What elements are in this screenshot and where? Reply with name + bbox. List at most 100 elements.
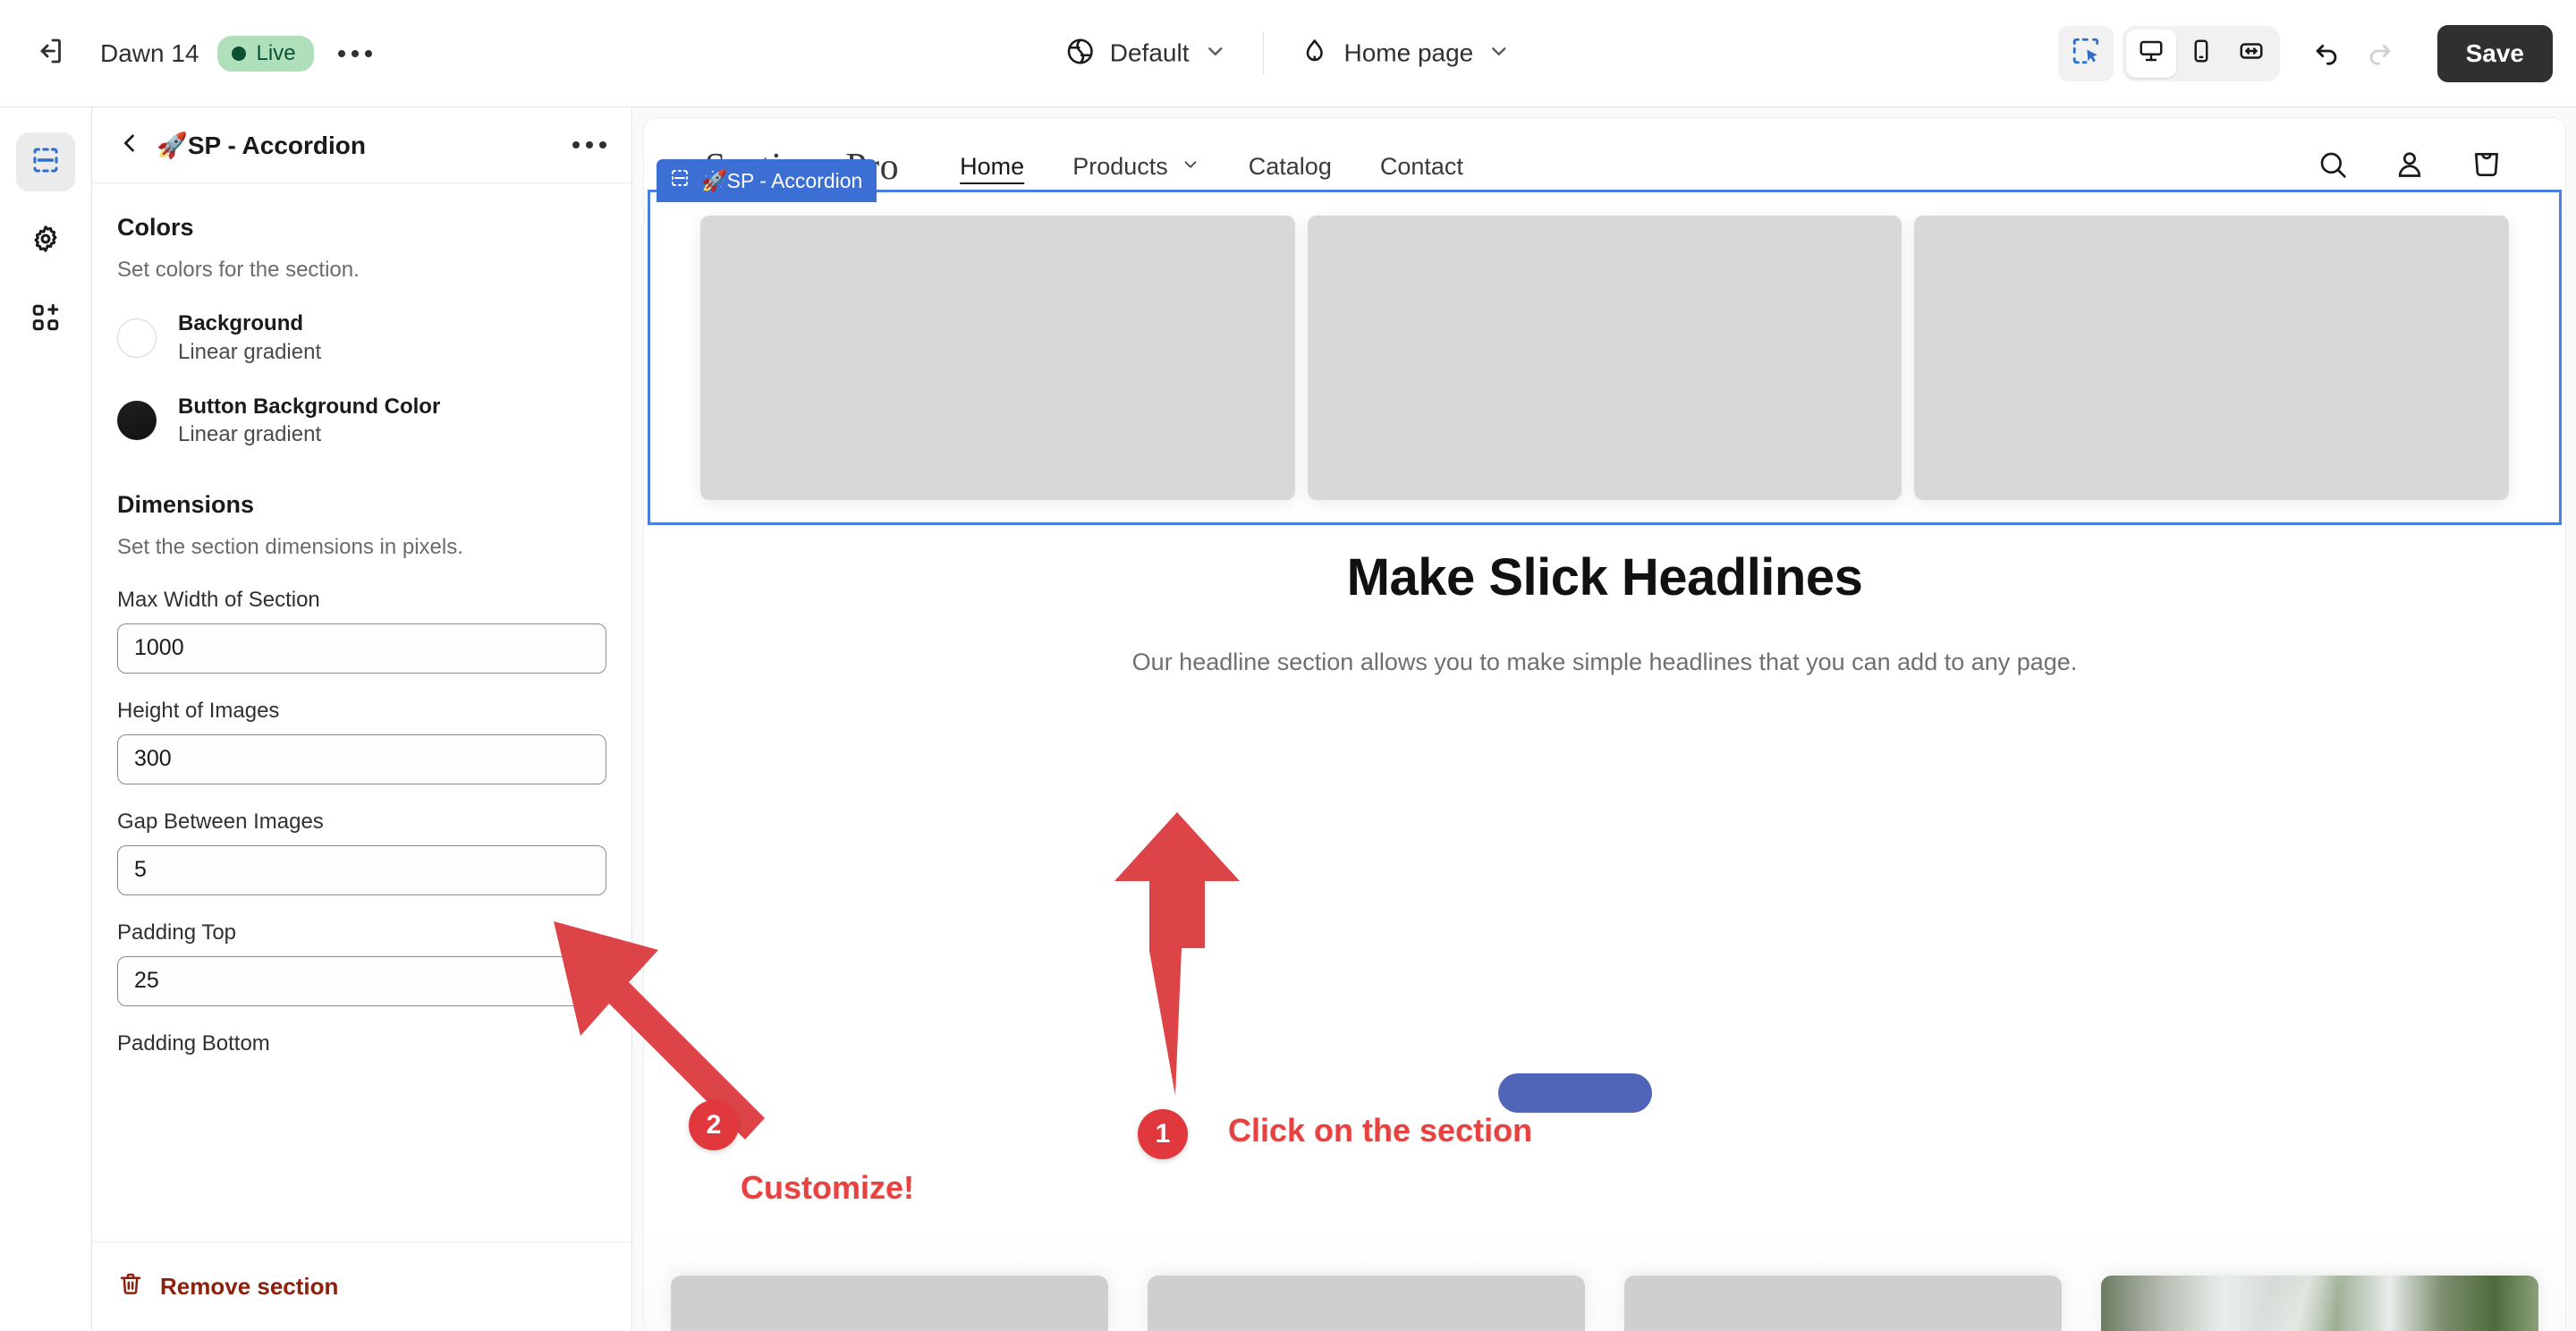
gap-images-input[interactable] xyxy=(117,845,606,895)
color-name: Button Background Color xyxy=(178,393,440,420)
top-bar: Dawn 14 Live Default xyxy=(0,0,2576,107)
globe-icon xyxy=(1065,36,1096,71)
undo-icon xyxy=(2311,36,2342,71)
accordion-image-placeholder[interactable] xyxy=(700,216,1295,500)
annotation-label-1: Click on the section xyxy=(1228,1112,1532,1149)
color-value: Linear gradient xyxy=(178,420,440,448)
panel-footer: Remove section xyxy=(92,1242,631,1331)
panel-back-button[interactable] xyxy=(117,131,148,160)
field-label: Gap Between Images xyxy=(117,810,606,835)
apps-add-icon xyxy=(30,301,62,338)
exit-button[interactable] xyxy=(21,25,79,82)
status-badge-label: Live xyxy=(257,41,296,66)
accordion-image-placeholder[interactable] xyxy=(1914,216,2509,500)
device-desktop-button[interactable] xyxy=(2126,30,2176,78)
max-width-input[interactable] xyxy=(117,623,606,674)
annotation-label-2: Customize! xyxy=(741,1169,914,1207)
color-swatch-icon xyxy=(117,318,157,358)
bottom-card-row xyxy=(644,1276,2565,1331)
remove-section-label: Remove section xyxy=(160,1273,338,1301)
mobile-icon xyxy=(2188,38,2215,69)
status-dot-icon xyxy=(232,47,246,61)
storefront-preview: Sections Pro Home Products Catalog Conta… xyxy=(644,118,2565,1331)
nav-item-products[interactable]: Products xyxy=(1072,153,1200,181)
color-row-button-background[interactable]: Button Background Color Linear gradient xyxy=(117,393,606,448)
cart-icon[interactable] xyxy=(2469,147,2504,187)
store-header-icons xyxy=(2315,147,2504,187)
device-mobile-button[interactable] xyxy=(2176,30,2226,78)
select-tool-button[interactable] xyxy=(2058,26,2114,81)
store-nav: Home Products Catalog Contact xyxy=(960,153,1463,181)
rail-item-apps[interactable] xyxy=(16,290,75,349)
subline-text: Our headline section allows you to make … xyxy=(644,649,2565,676)
selected-section-label[interactable]: 🚀SP - Accordion xyxy=(657,159,877,202)
accordion-image-placeholder[interactable] xyxy=(1308,216,1902,500)
chevron-down-icon xyxy=(1487,39,1511,67)
redo-button[interactable] xyxy=(2353,27,2407,81)
top-bar-left: Dawn 14 Live xyxy=(0,25,384,82)
annotation-badge-1: 1 xyxy=(1138,1109,1188,1159)
bottom-card-photo[interactable] xyxy=(2101,1276,2538,1331)
left-rail xyxy=(0,107,92,1331)
rail-item-sections[interactable] xyxy=(16,132,75,191)
dimensions-heading: Dimensions xyxy=(117,491,606,519)
app-root: Dawn 14 Live Default xyxy=(0,0,2576,1331)
colors-heading: Colors xyxy=(117,214,606,242)
field-label: Height of Images xyxy=(117,699,606,724)
annotation-badge-2: 2 xyxy=(689,1100,739,1150)
shop-name: Dawn 14 xyxy=(100,39,199,68)
bottom-card[interactable] xyxy=(1624,1276,2062,1331)
headline-section[interactable]: Make Slick Headlines Our headline sectio… xyxy=(644,547,2565,676)
bottom-card[interactable] xyxy=(1148,1276,1585,1331)
field-label: Padding Bottom xyxy=(117,1031,606,1056)
headline-text: Make Slick Headlines xyxy=(644,547,2565,607)
select-cursor-icon xyxy=(2071,36,2101,71)
padding-top-input[interactable] xyxy=(117,956,606,1006)
panel-header: 🚀SP - Accordion xyxy=(92,107,631,183)
page-selector-label: Home page xyxy=(1343,39,1473,68)
field-padding-bottom: Padding Bottom xyxy=(117,1031,606,1056)
top-bar-center: Default Home page xyxy=(1049,27,1527,80)
section-settings-panel: 🚀SP - Accordion Colors Set colors for th… xyxy=(92,107,632,1331)
theme-selector[interactable]: Default xyxy=(1049,27,1243,80)
selected-section-name: 🚀SP - Accordion xyxy=(701,169,862,193)
panel-more-button[interactable] xyxy=(564,141,606,148)
account-icon[interactable] xyxy=(2392,147,2428,187)
ellipsis-icon xyxy=(572,141,606,148)
top-bar-divider xyxy=(1262,32,1263,75)
field-gap-images: Gap Between Images xyxy=(117,810,606,895)
search-icon[interactable] xyxy=(2315,147,2351,187)
headline-button-placeholder[interactable] xyxy=(1498,1073,1652,1113)
selected-section-outline[interactable] xyxy=(648,190,2562,525)
panel-body: Colors Set colors for the section. Backg… xyxy=(92,183,631,1056)
field-height-images: Height of Images xyxy=(117,699,606,784)
chevron-down-icon xyxy=(1203,39,1226,67)
color-row-background[interactable]: Background Linear gradient xyxy=(117,309,606,365)
page-selector[interactable]: Home page xyxy=(1283,27,1527,80)
nav-item-label: Products xyxy=(1072,153,1168,181)
rail-item-settings[interactable] xyxy=(16,211,75,270)
undo-button[interactable] xyxy=(2300,27,2353,81)
color-name: Background xyxy=(178,309,321,337)
fullwidth-icon xyxy=(2238,38,2265,69)
desktop-icon xyxy=(2138,38,2165,69)
height-images-input[interactable] xyxy=(117,734,606,784)
field-max-width: Max Width of Section xyxy=(117,588,606,674)
nav-item-catalog[interactable]: Catalog xyxy=(1249,153,1332,181)
ellipsis-icon xyxy=(338,50,372,57)
redo-icon xyxy=(2365,36,2395,71)
color-swatch-icon xyxy=(117,401,157,440)
device-fullwidth-button[interactable] xyxy=(2226,30,2276,78)
bottom-card[interactable] xyxy=(671,1276,1108,1331)
save-button[interactable]: Save xyxy=(2437,25,2553,82)
top-bar-right: Save xyxy=(2058,25,2553,82)
shop-more-button[interactable] xyxy=(326,25,384,82)
home-icon xyxy=(1299,36,1329,71)
field-padding-top: Padding Top xyxy=(117,920,606,1006)
theme-selector-label: Default xyxy=(1110,39,1190,68)
nav-item-contact[interactable]: Contact xyxy=(1380,153,1463,181)
bottom-section xyxy=(644,1224,2565,1331)
nav-item-home[interactable]: Home xyxy=(960,153,1024,181)
remove-section-button[interactable]: Remove section xyxy=(117,1270,338,1303)
chevron-down-icon xyxy=(1181,153,1200,181)
